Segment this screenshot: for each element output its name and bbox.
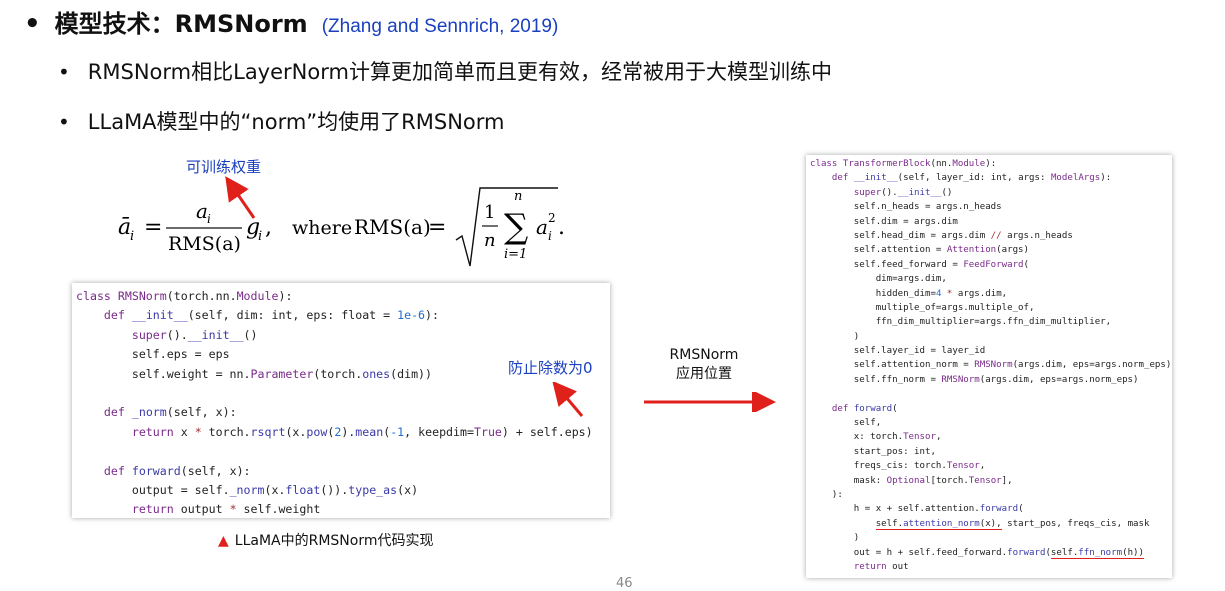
code-line: ) xyxy=(810,533,860,544)
code-line: x: torch.Tensor, xyxy=(810,432,942,443)
avoid-div-zero-arrow xyxy=(552,382,584,417)
formula-denom: RMS(a) xyxy=(168,233,241,255)
code-line: return out xyxy=(853,561,909,572)
bullet-dot: • xyxy=(58,60,70,84)
code-line: mask: Optional[torch.Tensor], xyxy=(810,475,1013,486)
code-line: return x * torch.rsqrt(x.pow(2).mean(-1,… xyxy=(131,424,593,439)
rmsnorm-location-label: RMSNorm 应用位置 xyxy=(662,346,746,384)
code-line: def forward(self, x): xyxy=(103,463,251,478)
formula-n: n xyxy=(484,230,496,251)
code-line: multiple_of=args.multiple_of, xyxy=(810,302,1035,313)
code-line: self, xyxy=(810,418,882,429)
bullet-text: RMSNorm相比LayerNorm计算更加简单而且更有效，经常被用于大模型训练… xyxy=(87,60,832,84)
code-line: super().__init__() xyxy=(131,327,258,342)
trainable-weight-label: 可训练权重 xyxy=(186,158,262,176)
formula-a-sub: i xyxy=(548,229,552,243)
code-line: super().__init__() xyxy=(853,187,953,198)
formula-a-sup: 2 xyxy=(548,211,556,225)
title-citation: (Zhang and Sennrich, 2019) xyxy=(321,16,559,37)
rmsnorm-formula: ā i = a i RMS(a) g i , where RMS(a) = 1 … xyxy=(118,187,565,267)
formula-sum-bottom: i=1 xyxy=(504,247,527,262)
formula-a: a xyxy=(536,215,548,239)
code-line: class TransformerBlock(nn.Module): xyxy=(810,159,997,169)
code-line: out = h + self.feed_forward.forward(self… xyxy=(810,547,1145,559)
title-bullet: • xyxy=(24,9,41,39)
formula-sum: ∑ xyxy=(504,207,528,247)
application-arrow xyxy=(644,392,776,412)
formula-eq: = xyxy=(144,215,162,240)
code-line: def forward( xyxy=(831,403,898,414)
caption-text: LLaMA中的RMSNorm代码实现 xyxy=(234,533,434,549)
rmsnorm-location-line-1: RMSNorm xyxy=(669,347,739,363)
code-line: self.head_dim = args.dim // args.n_heads xyxy=(810,230,1073,241)
formula-eq2: = xyxy=(428,215,446,240)
code-line: self.ffn_norm = RMSNorm(args.dim, eps=ar… xyxy=(810,374,1139,385)
formula-lhs-sub: i xyxy=(130,229,134,244)
formula-comma: , xyxy=(265,215,272,240)
formula-one: 1 xyxy=(484,202,495,223)
code-line: def _norm(self, x): xyxy=(103,405,237,420)
transformer-block-code: class TransformerBlock(nn.Module): def _… xyxy=(806,155,1172,578)
avoid-div-zero-label: 防止除数为0 xyxy=(508,359,593,377)
title-text: 模型技术：RMSNorm xyxy=(54,10,308,38)
formula-numer-sub: i xyxy=(207,212,211,226)
code-line: h = x + self.attention.forward( xyxy=(810,504,1024,515)
code-line: return output * self.weight xyxy=(131,502,321,517)
bullet-dot: • xyxy=(58,110,70,134)
code-line: class RMSNorm(torch.nn.Module): xyxy=(76,289,293,303)
code-line: ): xyxy=(810,489,843,500)
code-line: freqs_cis: torch.Tensor, xyxy=(810,461,986,472)
code-caption: ▲ LLaMA中的RMSNorm代码实现 xyxy=(218,530,434,550)
code-line: dim=args.dim, xyxy=(810,274,947,285)
rmsnorm-location-line-2: 应用位置 xyxy=(676,366,732,382)
formula-rms: RMS(a) xyxy=(354,215,431,239)
code-line: self.attention_norm(x), start_pos, freqs… xyxy=(875,518,1150,530)
code-line: output = self._norm(x.float()).type_as(x… xyxy=(76,482,419,497)
bullet-2: • LLaMA模型中的“norm”均使用了RMSNorm xyxy=(58,106,505,136)
code-line: self.n_heads = args.n_heads xyxy=(810,202,1002,213)
triangle-icon: ▲ xyxy=(218,533,229,549)
code-line: self.attention = Attention(args) xyxy=(810,245,1030,256)
rmsnorm-code-block: class RMSNorm(torch.nn.Module): def __in… xyxy=(72,283,610,518)
code-line: self.dim = args.dim xyxy=(810,216,958,227)
formula-where: where xyxy=(292,217,352,239)
bullet-1: • RMSNorm相比LayerNorm计算更加简单而且更有效，经常被用于大模型… xyxy=(58,56,832,86)
code-line: def __init__(self, dim: int, eps: float … xyxy=(103,308,439,323)
code-line: self.attention_norm = RMSNorm(args.dim, … xyxy=(810,360,1172,371)
code-line: self.layer_id = layer_id xyxy=(810,346,986,357)
formula-sum-top: n xyxy=(514,189,522,204)
code-line: start_pos: int, xyxy=(810,446,936,457)
bullet-text: LLaMA模型中的“norm”均使用了RMSNorm xyxy=(87,110,505,134)
code-line: def __init__(self, layer_id: int, args: … xyxy=(831,173,1112,184)
code-line: hidden_dim=4 * args.dim, xyxy=(810,288,1008,299)
code-line: ffn_dim_multiplier=args.ffn_dim_multipli… xyxy=(810,317,1112,328)
code-line: ) xyxy=(810,331,860,342)
page-number: 46 xyxy=(616,576,633,591)
formula-gain-sub: i xyxy=(258,229,262,244)
formula-period: . xyxy=(558,215,565,240)
code-line: self.feed_forward = FeedForward( xyxy=(810,259,1030,270)
slide-title: • 模型技术：RMSNorm (Zhang and Sennrich, 2019… xyxy=(24,4,559,39)
